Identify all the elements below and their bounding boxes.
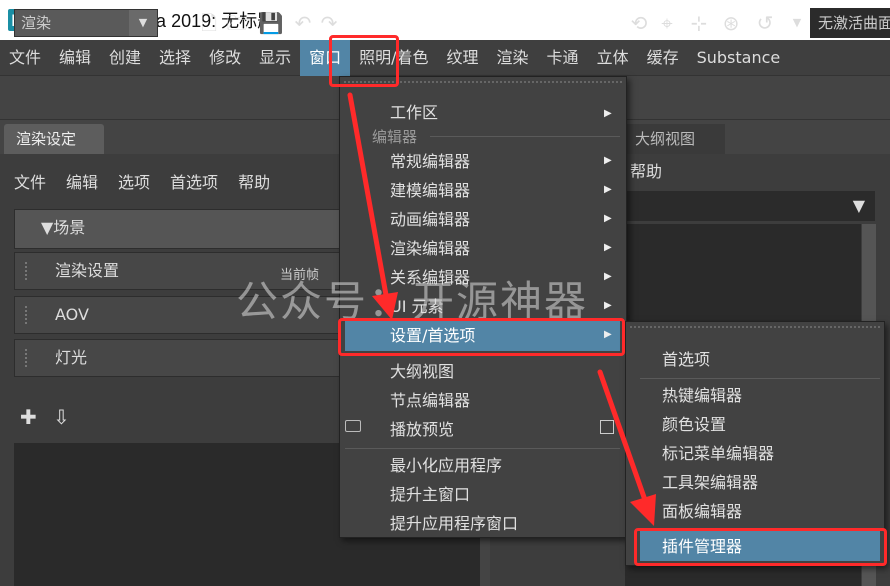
outliner-filter-select[interactable]: ▼ xyxy=(625,191,875,221)
menu-stereo[interactable]: 立体 xyxy=(588,40,638,76)
submenu-arrow-icon: ▶ xyxy=(604,271,612,282)
drag-handle-icon[interactable] xyxy=(25,262,29,280)
menu-file[interactable]: 文件 xyxy=(0,40,50,76)
menu-item-marking-menu-editor[interactable]: 标记菜单编辑器 xyxy=(662,439,774,468)
menu-item-hotkey-editor[interactable]: 热键编辑器 xyxy=(662,381,742,410)
menu-item-outliner[interactable]: 大纲视图 xyxy=(390,357,454,386)
import-icon[interactable]: ⇩ xyxy=(53,405,70,429)
menu-item-panel-editor[interactable]: 面板编辑器 xyxy=(662,497,742,526)
submenu-arrow-icon: ▶ xyxy=(604,213,612,224)
render-menu-file[interactable]: 文件 xyxy=(14,168,46,198)
submenu-arrow-icon: ▶ xyxy=(604,155,612,166)
snap-curve-icon[interactable]: ⟲ xyxy=(626,10,652,36)
menu-display[interactable]: 显示 xyxy=(250,40,300,76)
submenu-arrow-icon: ▶ xyxy=(604,184,612,195)
tab-render-settings[interactable]: 渲染设定 xyxy=(4,124,104,154)
menu-cache[interactable]: 缓存 xyxy=(638,40,688,76)
submenu-arrow-icon: ▶ xyxy=(604,108,612,119)
menu-item-color-settings[interactable]: 颜色设置 xyxy=(662,410,726,439)
render-menu-options[interactable]: 选项 xyxy=(118,168,150,198)
annotation-box-windows-menu xyxy=(329,35,399,87)
tab-outliner[interactable]: 大纲视图 xyxy=(625,124,725,154)
menu-item-workspace[interactable]: 工作区 xyxy=(390,98,438,127)
menu-select[interactable]: 选择 xyxy=(150,40,200,76)
render-menu-preferences[interactable]: 首选项 xyxy=(170,168,218,198)
annotation-box-plugin-manager xyxy=(634,528,887,566)
open-scene-icon[interactable]: 🗁 xyxy=(226,10,252,36)
menu-item-general-editors[interactable]: 常规编辑器 xyxy=(390,147,470,176)
snap-options-arrow-icon[interactable]: ▼ xyxy=(784,10,810,36)
render-settings-menubar: 文件 编辑 选项 首选项 帮助 xyxy=(14,168,290,198)
menu-toon[interactable]: 卡通 xyxy=(538,40,588,76)
aov-label: AOV xyxy=(55,305,89,324)
dropdown-arrow-icon: ▼ xyxy=(129,10,157,36)
option-box-icon[interactable] xyxy=(600,420,614,434)
menu-render[interactable]: 渲染 xyxy=(488,40,538,76)
lights-label: 灯光 xyxy=(55,348,88,367)
live-surface-select[interactable]: 无激活曲面 xyxy=(810,8,890,38)
submenu-divider xyxy=(640,378,880,379)
editors-section-label: 编辑器 xyxy=(372,128,418,146)
render-settings-label: 渲染设置 xyxy=(55,261,120,280)
tear-off-handle[interactable] xyxy=(630,326,880,332)
panel-tool-icons: ✚ ⇩ xyxy=(20,405,70,429)
menu-item-raise-app-windows[interactable]: 提升应用程序窗口 xyxy=(390,509,518,538)
section-divider xyxy=(430,136,620,137)
save-scene-icon[interactable]: 💾 xyxy=(258,10,284,36)
add-item-icon[interactable]: ✚ xyxy=(20,405,37,429)
menu-divider xyxy=(345,448,620,449)
drag-handle-icon[interactable] xyxy=(25,306,29,324)
submenu-arrow-icon: ▶ xyxy=(604,300,612,311)
menu-item-minimize-app[interactable]: 最小化应用程序 xyxy=(390,451,502,480)
menu-texturing[interactable]: 纹理 xyxy=(438,40,488,76)
menuset-select[interactable]: 渲染 ▼ xyxy=(14,9,158,37)
dropdown-arrow-icon: ▼ xyxy=(852,196,865,215)
main-menubar: 文件 编辑 创建 选择 修改 显示 窗口 照明/着色 纹理 渲染 卡通 立体 缓… xyxy=(0,39,890,76)
undo-icon[interactable]: ↶ xyxy=(290,10,316,36)
menu-item-modeling-editors[interactable]: 建模编辑器 xyxy=(390,176,470,205)
menu-item-shelf-editor[interactable]: 工具架编辑器 xyxy=(662,468,758,497)
outliner-menu-help[interactable]: 帮助 xyxy=(630,158,662,182)
menu-item-node-editor[interactable]: 节点编辑器 xyxy=(390,386,470,415)
new-scene-icon[interactable]: 🗋 xyxy=(196,10,222,36)
snap-view-icon[interactable]: ⊹ xyxy=(686,10,712,36)
snap-point-icon[interactable]: ⌖ xyxy=(654,10,680,36)
redo-icon[interactable]: ↷ xyxy=(316,10,342,36)
menu-modify[interactable]: 修改 xyxy=(200,40,250,76)
menu-item-rendering-editors[interactable]: 渲染编辑器 xyxy=(390,234,470,263)
menu-edit[interactable]: 编辑 xyxy=(50,40,100,76)
menu-item-animation-editors[interactable]: 动画编辑器 xyxy=(390,205,470,234)
menu-item-raise-main-window[interactable]: 提升主窗口 xyxy=(390,480,470,509)
playblast-icon xyxy=(345,420,361,432)
menu-item-preferences[interactable]: 首选项 xyxy=(662,345,710,374)
submenu-arrow-icon: ▶ xyxy=(604,242,612,253)
menu-substance[interactable]: Substance xyxy=(688,40,790,76)
menu-create[interactable]: 创建 xyxy=(100,40,150,76)
menuset-select-value: 渲染 xyxy=(21,14,52,32)
snap-live-icon[interactable]: ↺ xyxy=(752,10,778,36)
render-menu-help[interactable]: 帮助 xyxy=(238,168,270,198)
annotation-box-settings xyxy=(338,318,625,356)
render-menu-edit[interactable]: 编辑 xyxy=(66,168,98,198)
menu-item-playblast[interactable]: 播放预览 xyxy=(390,415,454,444)
drag-handle-icon[interactable] xyxy=(25,349,29,367)
snap-surface-icon[interactable]: ⊛ xyxy=(718,10,744,36)
